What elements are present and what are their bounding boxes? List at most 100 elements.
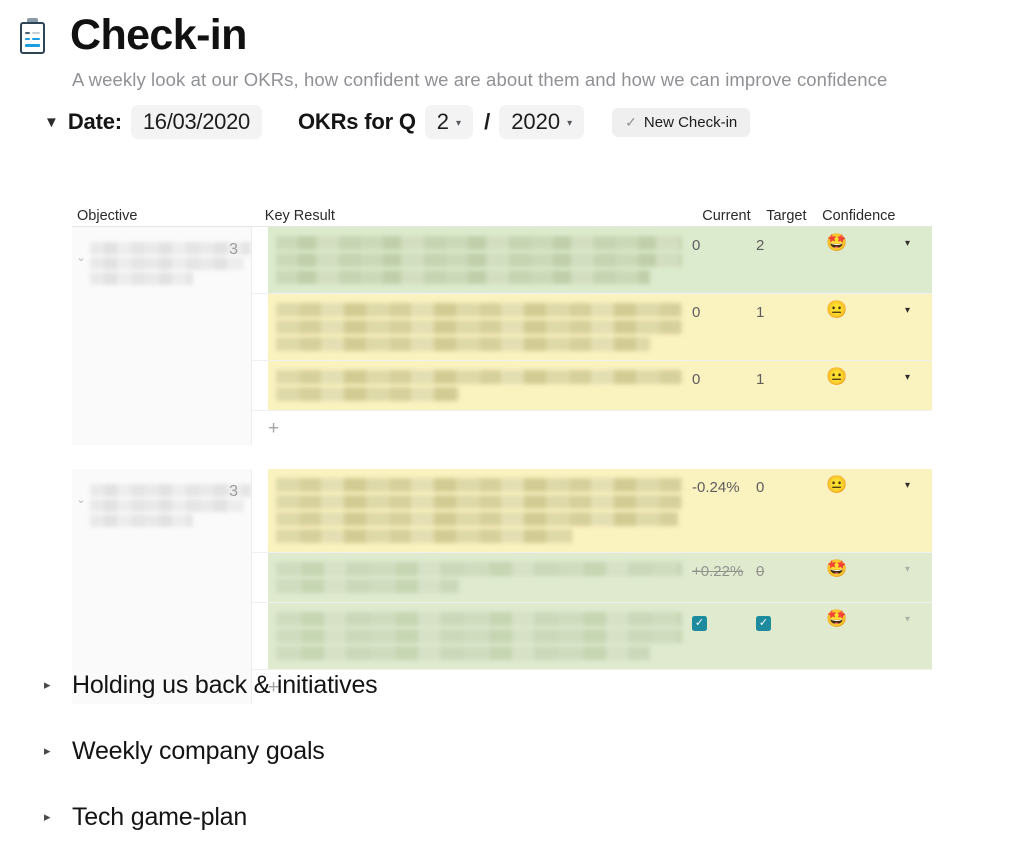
redacted-line — [276, 529, 573, 543]
section-toggle-3[interactable]: ▸ Tech game-plan — [44, 784, 844, 850]
chevron-down-icon[interactable]: ⌄ — [72, 239, 90, 264]
row-chevron-down-icon[interactable]: ▾ — [905, 305, 910, 316]
star-struck-emoji-icon[interactable]: 🤩 — [826, 609, 847, 629]
okr-groups: ⌄ 3 0 2 🤩 ▾ 0 1 😐 ▾ 0 1 😐 ▾ + ⌄ 3 -0.24% 0 😐 ▾ +0.22% 0 🤩 ▾ ✓ ✓ 🤩 ▾ + — [72, 227, 932, 704]
new-checkin-label: New Check-in — [643, 113, 738, 131]
table-row[interactable]: +0.22% 0 🤩 ▾ — [252, 553, 932, 603]
current-value: 0 — [692, 237, 701, 254]
controls-row: ▼ Date: 16/03/2020 OKRs for Q 2 ▾ / 2020 ▾… — [44, 105, 1024, 139]
key-result-cell[interactable] — [268, 361, 690, 410]
key-result-cell[interactable] — [268, 553, 690, 602]
objective-cell[interactable]: ⌄ 3 — [72, 227, 252, 445]
neutral-face-emoji-icon[interactable]: 😐 — [826, 300, 847, 320]
clipboard-line-1 — [25, 31, 30, 34]
redacted-line — [90, 484, 251, 497]
current-value: -0.24% — [692, 479, 740, 496]
okr-quarter-label: OKRs for Q — [297, 109, 416, 134]
page-subtitle: A weekly look at our OKRs, how confident… — [72, 69, 888, 90]
row-chevron-down-icon[interactable]: ▾ — [905, 614, 910, 625]
current-value-cell[interactable]: 0 — [690, 294, 754, 321]
table-row[interactable]: 0 1 😐 ▾ — [252, 294, 932, 361]
redacted-line — [276, 370, 682, 384]
current-value: 0 — [692, 304, 701, 321]
new-checkin-button[interactable]: ✓ New Check-in — [612, 107, 751, 137]
target-value-cell[interactable]: ✓ — [754, 603, 810, 631]
year-select[interactable]: 2020 ▾ — [499, 105, 585, 139]
neutral-face-emoji-icon[interactable]: 😐 — [826, 367, 847, 387]
row-gutter — [252, 361, 268, 410]
confidence-cell[interactable]: 🤩 ▾ — [810, 227, 920, 253]
key-result-row-body: 0 1 😐 ▾ — [268, 361, 932, 410]
redacted-line — [276, 612, 682, 626]
redacted-line — [276, 236, 682, 250]
confidence-cell[interactable]: 😐 ▾ — [810, 294, 920, 320]
check-icon: ✓ — [625, 113, 637, 130]
current-checkbox[interactable]: ✓ — [692, 616, 707, 631]
table-row[interactable]: 0 1 😐 ▾ — [252, 361, 932, 411]
key-result-cell[interactable] — [268, 469, 690, 552]
key-result-row-body: 0 2 🤩 ▾ — [268, 227, 932, 293]
target-value: 0 — [756, 563, 765, 580]
chevron-down-icon: ▾ — [567, 117, 573, 129]
quarter-select[interactable]: 2 ▾ — [424, 105, 474, 139]
redacted-line — [276, 387, 459, 401]
current-value-cell[interactable]: 0 — [690, 361, 754, 388]
section-toggle-1[interactable]: ▸ Holding us back & initiatives — [44, 652, 844, 718]
date-input[interactable]: 16/03/2020 — [130, 105, 262, 139]
current-value-cell[interactable]: 0 — [690, 227, 754, 254]
row-chevron-down-icon[interactable]: ▾ — [905, 238, 910, 249]
key-result-rows: 0 2 🤩 ▾ 0 1 😐 ▾ 0 1 😐 ▾ + — [252, 227, 932, 445]
neutral-face-emoji-icon[interactable]: 😐 — [826, 475, 847, 495]
target-checkbox[interactable]: ✓ — [756, 616, 771, 631]
redacted-line — [276, 495, 682, 509]
star-struck-emoji-icon[interactable]: 🤩 — [826, 233, 847, 253]
page-title: Check-in — [70, 11, 247, 59]
plus-icon[interactable]: + — [268, 419, 279, 438]
chevron-right-icon[interactable]: ▸ — [44, 677, 72, 693]
objective-count: 3 — [229, 241, 238, 258]
redacted-line — [276, 270, 650, 284]
confidence-cell[interactable]: 😐 ▾ — [810, 469, 920, 495]
table-header-row: Objective Key Result Current Target Conf… — [72, 198, 932, 227]
current-value: 0 — [692, 371, 701, 388]
current-value-cell[interactable]: -0.24% — [690, 469, 754, 496]
clipboard-line-3 — [25, 37, 30, 40]
row-gutter — [252, 294, 268, 360]
target-value-cell[interactable]: 0 — [754, 553, 810, 580]
key-result-redacted-text — [276, 236, 682, 284]
title-row: Check-in — [0, 0, 1024, 57]
row-chevron-down-icon[interactable]: ▾ — [905, 372, 910, 383]
key-result-cell[interactable] — [268, 227, 690, 293]
current-value-cell[interactable]: +0.22% — [690, 553, 754, 580]
chevron-right-icon[interactable]: ▸ — [44, 809, 72, 825]
section-toggle-2[interactable]: ▸ Weekly company goals — [44, 718, 844, 784]
key-result-cell[interactable] — [268, 294, 690, 360]
star-struck-emoji-icon[interactable]: 🤩 — [826, 559, 847, 579]
target-value-cell[interactable]: 1 — [754, 294, 810, 321]
row-chevron-down-icon[interactable]: ▾ — [905, 480, 910, 491]
confidence-cell[interactable]: 😐 ▾ — [810, 361, 920, 387]
collapse-caret-icon[interactable]: ▼ — [44, 115, 59, 130]
row-gutter — [252, 227, 268, 293]
redacted-line — [276, 303, 682, 317]
row-gutter — [252, 469, 268, 552]
redacted-line — [90, 514, 194, 527]
target-value-cell[interactable]: 0 — [754, 469, 810, 496]
key-result-row-body: -0.24% 0 😐 ▾ — [268, 469, 932, 552]
redacted-line — [276, 579, 459, 593]
target-value-cell[interactable]: 2 — [754, 227, 810, 254]
section-title: Tech game-plan — [72, 802, 248, 831]
table-row[interactable]: -0.24% 0 😐 ▾ — [252, 469, 932, 553]
key-result-redacted-text — [276, 478, 682, 543]
row-chevron-down-icon[interactable]: ▾ — [905, 564, 910, 575]
current-value-cell[interactable]: ✓ — [690, 603, 754, 631]
clipboard-icon — [16, 16, 50, 56]
table-row[interactable]: 0 2 🤩 ▾ — [252, 227, 932, 294]
confidence-cell[interactable]: 🤩 ▾ — [810, 603, 920, 629]
chevron-down-icon[interactable]: ⌄ — [72, 481, 90, 506]
target-value: 0 — [756, 479, 765, 496]
target-value-cell[interactable]: 1 — [754, 361, 810, 388]
confidence-cell[interactable]: 🤩 ▾ — [810, 553, 920, 579]
chevron-right-icon[interactable]: ▸ — [44, 743, 72, 759]
add-key-result-row[interactable]: + — [252, 411, 932, 445]
